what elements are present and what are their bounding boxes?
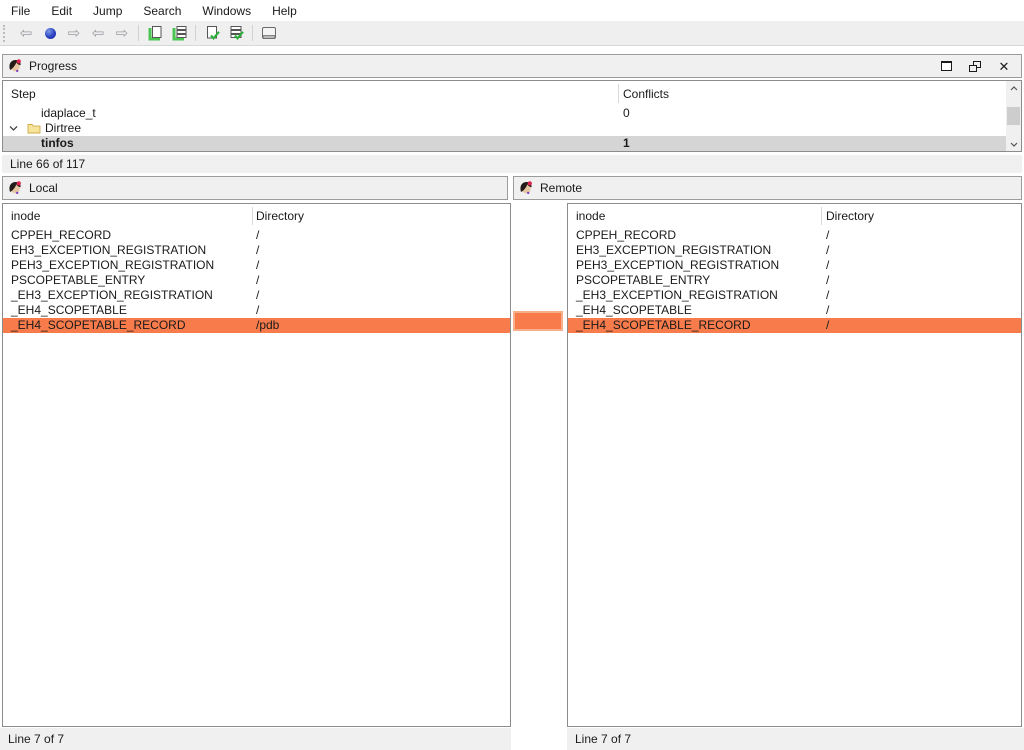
progress-status-bar: Line 66 of 117 [2,155,1022,173]
close-button[interactable]: ✕ [996,58,1012,74]
table-row[interactable]: _EH4_SCOPETABLE / [568,303,1021,318]
progress-titlebar[interactable]: Progress ✕ [2,54,1022,78]
remote-status-bar: Line 7 of 7 [567,728,1024,750]
progress-status-text: Line 66 of 117 [10,157,85,171]
column-header-directory[interactable]: Directory [826,204,874,228]
folder-icon [27,122,41,134]
next-arrow-icon[interactable]: ⇨ [110,22,134,44]
maximize-button[interactable] [938,58,954,74]
progress-row-selected[interactable]: tinfos 1 [3,136,1021,151]
app-icon [7,58,23,74]
local-status-bar: Line 7 of 7 [0,728,511,750]
table-row[interactable]: CPPEH_RECORD / [3,228,510,243]
scroll-up-icon[interactable] [1006,81,1021,95]
local-table: inode Directory CPPEH_RECORD / EH3_EXCEP… [2,203,511,727]
menu-bar: File Edit Jump Search Windows Help [0,0,1024,21]
progress-row-dirtree[interactable]: Dirtree [3,121,1021,136]
table-row[interactable]: PSCOPETABLE_ENTRY / [568,273,1021,288]
table-row[interactable]: _EH4_SCOPETABLE / [3,303,510,318]
conflict-marker [513,311,563,331]
remote-title: Remote [540,181,582,195]
progress-scrollbar[interactable] [1006,81,1021,151]
table-row[interactable]: PEH3_EXCEPTION_REGISTRATION / [3,258,510,273]
document-check-icon[interactable] [200,22,224,44]
forward-arrow-icon[interactable]: ⇨ [62,22,86,44]
toolbar-separator [252,25,253,41]
document-icon[interactable] [143,22,167,44]
remote-status-text: Line 7 of 7 [575,732,631,746]
progress-table: Step Conflicts idaplace_t 0 Dirtree tinf… [2,80,1022,152]
toolbar-separator [138,25,139,41]
column-header-step[interactable]: Step [11,81,36,106]
toolbar: ⇦ ⇨ ⇦ ⇨ [0,21,1024,46]
app-icon [518,180,534,196]
progress-row[interactable]: idaplace_t 0 [3,106,1021,121]
scroll-down-icon[interactable] [1006,137,1021,151]
column-header-inode[interactable]: inode [576,204,605,228]
toolbar-separator [195,25,196,41]
scrollbar-thumb[interactable] [1007,107,1020,125]
back-arrow-icon[interactable]: ⇦ [14,22,38,44]
menu-file[interactable]: File [8,2,33,20]
column-header-inode[interactable]: inode [11,204,40,228]
remote-table: inode Directory CPPEH_RECORD / EH3_EXCEP… [567,203,1022,727]
table-row[interactable]: EH3_EXCEPTION_REGISTRATION / [568,243,1021,258]
table-row-selected[interactable]: _EH4_SCOPETABLE_RECORD / [568,318,1021,333]
column-header-conflicts[interactable]: Conflicts [623,81,669,106]
menu-search[interactable]: Search [140,2,184,20]
toolbar-gripper[interactable] [3,25,7,42]
table-row[interactable]: _EH3_EXCEPTION_REGISTRATION / [568,288,1021,303]
menu-help[interactable]: Help [269,2,300,20]
progress-title: Progress [29,59,77,73]
table-row[interactable]: CPPEH_RECORD / [568,228,1021,243]
prev-arrow-icon[interactable]: ⇦ [86,22,110,44]
menu-windows[interactable]: Windows [199,2,254,20]
menu-edit[interactable]: Edit [48,2,75,20]
close-icon: ✕ [999,60,1010,73]
table-row[interactable]: PEH3_EXCEPTION_REGISTRATION / [568,258,1021,273]
stack-icon[interactable] [167,22,191,44]
remote-titlebar[interactable]: Remote [513,176,1022,200]
stack-check-icon[interactable] [224,22,248,44]
app-icon [7,180,23,196]
local-title: Local [29,181,58,195]
table-row[interactable]: EH3_EXCEPTION_REGISTRATION / [3,243,510,258]
merge-gutter [511,203,567,750]
table-row[interactable]: PSCOPETABLE_ENTRY / [3,273,510,288]
table-row-selected[interactable]: _EH4_SCOPETABLE_RECORD /pdb [3,318,510,333]
chevron-down-icon[interactable] [9,125,18,132]
menu-jump[interactable]: Jump [90,2,125,20]
table-row[interactable]: _EH3_EXCEPTION_REGISTRATION / [3,288,510,303]
monitor-icon[interactable] [257,22,281,44]
local-status-text: Line 7 of 7 [8,732,64,746]
blue-dot-icon[interactable] [38,22,62,44]
local-titlebar[interactable]: Local [2,176,508,200]
restore-button[interactable] [967,58,983,74]
column-header-directory[interactable]: Directory [256,204,304,228]
